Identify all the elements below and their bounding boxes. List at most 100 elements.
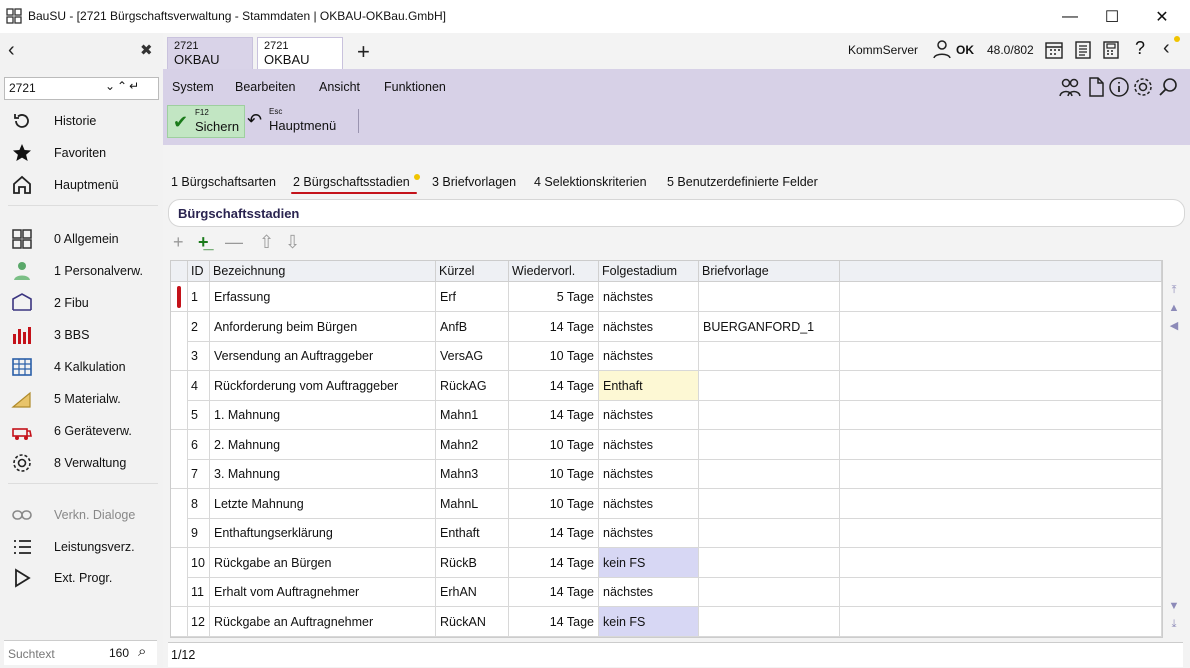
collapse-icon[interactable]: ‹	[1163, 37, 1170, 60]
scroll-up-icon[interactable]: ▲	[1166, 301, 1182, 315]
move-up-icon[interactable]: ⇧	[259, 232, 274, 253]
column-header[interactable]: Briefvorlage	[699, 261, 840, 282]
cell-id[interactable]: 9	[188, 518, 210, 548]
column-header[interactable]	[171, 261, 188, 282]
cell-short[interactable]: AnfB	[436, 311, 509, 342]
cell-filler[interactable]	[840, 400, 1162, 430]
cell-filler[interactable]	[840, 429, 1162, 460]
cell-fs[interactable]: nächstes	[599, 341, 699, 371]
cell-bv[interactable]	[699, 459, 840, 489]
cell-wv[interactable]: 14 Tage	[509, 370, 599, 401]
sidebar-item-personalverw[interactable]: 1 Personalverw.	[0, 258, 163, 284]
cell-fs[interactable]: nächstes	[599, 282, 699, 312]
cell-name[interactable]: Rückgabe an Bürgen	[210, 547, 436, 578]
cell-name[interactable]: Rückforderung vom Auftraggeber	[210, 370, 436, 401]
pin-icon[interactable]: ✖	[140, 41, 153, 59]
sidebar-item-fibu[interactable]: 2 Fibu	[0, 290, 163, 316]
cell-short[interactable]: ErhAN	[436, 577, 509, 607]
cell-fs[interactable]: nächstes	[599, 400, 699, 430]
cell-id[interactable]: 7	[188, 459, 210, 489]
settings-icon[interactable]	[1132, 76, 1154, 98]
cell-id[interactable]: 12	[188, 606, 210, 637]
remove-row-icon[interactable]: —	[225, 232, 243, 253]
cell-filler[interactable]	[840, 606, 1162, 637]
cell-id[interactable]: 11	[188, 577, 210, 607]
sidebar-item-favoriten[interactable]: Favoriten	[0, 140, 163, 166]
menu-funktionen[interactable]: Funktionen	[384, 80, 446, 94]
cell-wv[interactable]: 10 Tage	[509, 459, 599, 489]
row-selector[interactable]	[171, 341, 188, 371]
cell-short[interactable]: RückB	[436, 547, 509, 578]
users-icon[interactable]	[1059, 76, 1081, 98]
cell-wv[interactable]: 14 Tage	[509, 400, 599, 430]
cell-bv[interactable]	[699, 488, 840, 519]
save-button[interactable]: ✔ F12 Sichern	[167, 105, 245, 138]
cell-bv[interactable]: BUERGANFORD_1	[699, 311, 840, 342]
cell-name[interactable]: Enthaftungserklärung	[210, 518, 436, 548]
column-header[interactable]: Wiedervorl.	[509, 261, 599, 282]
row-selector[interactable]	[171, 370, 188, 401]
help-icon[interactable]: ?	[1135, 38, 1145, 59]
subtab-buergschaftsstadien[interactable]: 2 Bürgschaftsstadien	[293, 175, 410, 189]
row-selector[interactable]	[171, 429, 188, 460]
sidebar-item-historie[interactable]: Historie	[0, 108, 163, 134]
column-header[interactable]: Bezeichnung	[210, 261, 436, 282]
cell-id[interactable]: 8	[188, 488, 210, 519]
calculator-icon[interactable]	[1102, 41, 1120, 59]
cell-id[interactable]: 5	[188, 400, 210, 430]
cell-filler[interactable]	[840, 547, 1162, 578]
row-selector[interactable]	[171, 577, 188, 607]
cell-fs[interactable]: kein FS	[599, 606, 699, 637]
column-header[interactable]: ID	[188, 261, 210, 282]
search-placeholder[interactable]: Suchtext	[8, 647, 55, 661]
menu-bearbeiten[interactable]: Bearbeiten	[235, 80, 295, 94]
cell-short[interactable]: RückAG	[436, 370, 509, 401]
cell-wv[interactable]: 10 Tage	[509, 341, 599, 371]
cell-short[interactable]: Mahn2	[436, 429, 509, 460]
search-icon[interactable]	[1157, 76, 1179, 98]
cell-fs[interactable]: nächstes	[599, 577, 699, 607]
cell-filler[interactable]	[840, 282, 1162, 312]
column-header[interactable]: Folgestadium	[599, 261, 699, 282]
back-icon[interactable]: ‹	[8, 39, 15, 62]
cell-wv[interactable]: 10 Tage	[509, 488, 599, 519]
subtab-buergschaftsarten[interactable]: 1 Bürgschaftsarten	[171, 175, 276, 189]
cell-name[interactable]: Erfassung	[210, 282, 436, 312]
sidebar-item-verwaltung[interactable]: 8 Verwaltung	[0, 450, 163, 476]
document-icon[interactable]	[1085, 76, 1107, 98]
row-selector[interactable]	[171, 311, 188, 342]
cell-bv[interactable]	[699, 282, 840, 312]
notes-icon[interactable]	[1074, 41, 1092, 59]
move-down-icon[interactable]: ⇩	[285, 232, 300, 253]
cell-name[interactable]: Letzte Mahnung	[210, 488, 436, 519]
sidebar-item-kalkulation[interactable]: 4 Kalkulation	[0, 354, 163, 380]
calendar-icon[interactable]	[1045, 41, 1063, 59]
scroll-left-icon[interactable]: ◀	[1166, 319, 1182, 333]
subtab-benutzerdefinierte-felder[interactable]: 5 Benutzerdefinierte Felder	[667, 175, 818, 189]
add-tab-icon[interactable]: +	[357, 39, 370, 65]
cell-wv[interactable]: 10 Tage	[509, 429, 599, 460]
cell-wv[interactable]: 14 Tage	[509, 606, 599, 637]
cell-filler[interactable]	[840, 341, 1162, 371]
cell-id[interactable]: 1	[188, 282, 210, 312]
cell-bv[interactable]	[699, 400, 840, 430]
sidebar-search-value[interactable]: 2721	[9, 81, 36, 95]
row-selector[interactable]	[171, 606, 188, 637]
cell-bv[interactable]	[699, 341, 840, 371]
insert-row-icon[interactable]: +̲	[198, 232, 209, 253]
cell-id[interactable]: 4	[188, 370, 210, 401]
sidebar-item-materialw[interactable]: 5 Materialw.	[0, 386, 163, 412]
cell-filler[interactable]	[840, 577, 1162, 607]
cell-short[interactable]: RückAN	[436, 606, 509, 637]
tab-2721-okbau-1[interactable]: 2721 OKBAU	[167, 37, 253, 70]
cell-id[interactable]: 3	[188, 341, 210, 371]
sidebar-item-hauptmenue[interactable]: Hauptmenü	[0, 172, 163, 198]
row-selector[interactable]	[171, 282, 188, 312]
sidebar-search-bottom[interactable]: Suchtext 160 ⌕	[4, 640, 157, 665]
cell-short[interactable]: Mahn1	[436, 400, 509, 430]
cell-short[interactable]: Mahn3	[436, 459, 509, 489]
main-menu-button[interactable]: ↶ Esc Hauptmenü	[245, 105, 345, 136]
cell-short[interactable]: Erf	[436, 282, 509, 312]
cell-name[interactable]: Rückgabe an Auftragnehmer	[210, 606, 436, 637]
cell-id[interactable]: 2	[188, 311, 210, 342]
